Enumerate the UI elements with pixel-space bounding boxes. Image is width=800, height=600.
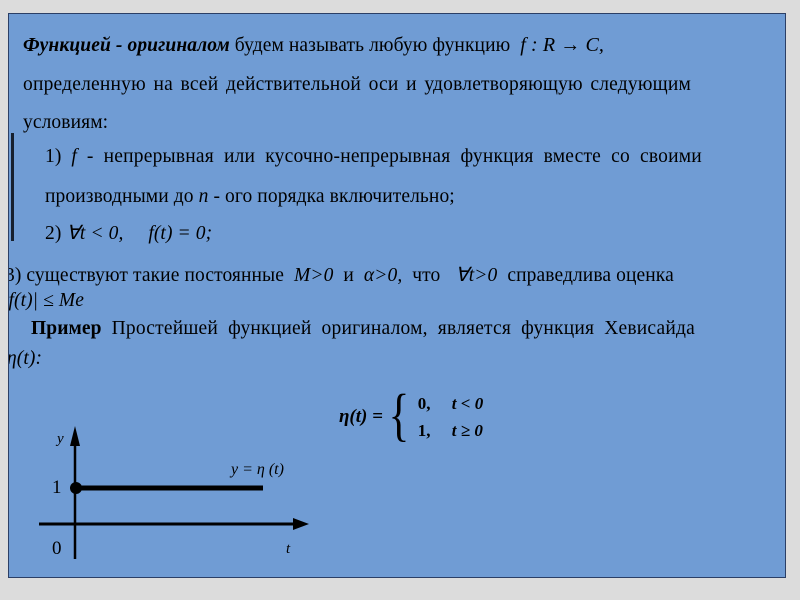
y-tick-label-1: 1 (52, 477, 62, 498)
step-function-curve (70, 482, 263, 494)
heaviside-step-graph (39, 426, 309, 559)
closed-endpoint-dot (70, 482, 82, 494)
y-axis-label: y (57, 431, 64, 447)
x-axis (39, 518, 309, 530)
origin-label-0: 0 (52, 538, 62, 559)
curve-label: y = η (t) (231, 461, 284, 478)
x-axis-label: t (286, 541, 291, 557)
presentation-slide: Функцией - оригиналом будем называть люб… (8, 13, 786, 578)
